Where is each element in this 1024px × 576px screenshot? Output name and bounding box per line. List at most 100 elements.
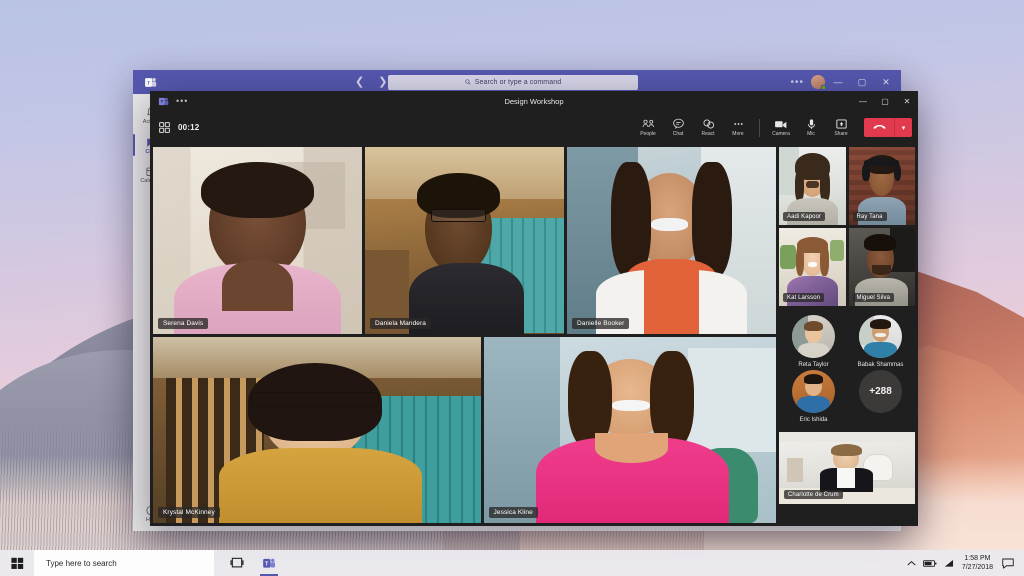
roster-overflow-cell[interactable]: +288 — [848, 370, 913, 423]
wifi-icon[interactable] — [944, 559, 955, 568]
roster-panel: Aadi Kapoor Ray Tana — [779, 147, 915, 523]
roster-tile-name: Ray Tana — [853, 212, 887, 221]
teams-taskbar-icon[interactable]: T — [254, 550, 284, 576]
settings-ellipsis-icon[interactable]: ••• — [785, 77, 809, 88]
video-row-top: Serena Davis Daniela Mandera — [153, 147, 776, 334]
video-tile-jessica-kline[interactable]: Jessica Kline — [484, 337, 776, 524]
back-chevron-left-icon[interactable]: ❮ — [355, 77, 364, 88]
video-tile-name: Serena Davis — [158, 318, 208, 329]
main-video-grid: Serena Davis Daniela Mandera — [153, 147, 776, 523]
share-button[interactable]: Share — [826, 118, 856, 137]
meeting-timer: 00:12 — [178, 123, 199, 132]
overflow-badge[interactable]: +288 — [859, 370, 902, 413]
hangup-phone-icon — [873, 123, 886, 132]
video-tile-name: Daniela Mandera — [370, 318, 431, 329]
roster-tile-name: Aadi Kapoor — [783, 212, 825, 221]
roster-avatar-eric-ishida[interactable]: Eric Ishida — [781, 370, 846, 423]
camera-icon — [774, 118, 788, 130]
hangup-button[interactable] — [864, 118, 894, 137]
maximize-button[interactable]: ▢ — [851, 71, 873, 93]
people-icon — [642, 118, 655, 130]
video-tile-krystal-mckinney[interactable]: Krystal McKinney — [153, 337, 481, 524]
video-tile-serena-davis[interactable]: Serena Davis — [153, 147, 362, 334]
people-button[interactable]: People — [633, 118, 663, 137]
teams-logo-icon: T — [133, 76, 167, 89]
react-button[interactable]: React — [693, 118, 723, 137]
meeting-title: Design Workshop — [150, 97, 918, 106]
meeting-window[interactable]: T ••• Design Workshop — ▢ ✕ 00:12 — [150, 91, 918, 526]
meeting-titlebar[interactable]: T ••• Design Workshop — ▢ ✕ — [150, 91, 918, 111]
video-row-bottom: Krystal McKinney Jessica Kline — [153, 337, 776, 524]
video-tile-name: Danielle Booker — [572, 318, 629, 329]
gallery-view-icon[interactable] — [158, 121, 171, 134]
video-stage: Serena Davis Daniela Mandera — [150, 144, 918, 526]
camera-label: Camera — [772, 132, 790, 137]
mic-button[interactable]: Mic — [796, 118, 826, 137]
microphone-icon — [805, 118, 818, 130]
chat-label: Chat — [673, 132, 684, 137]
search-input[interactable]: Search or type a command — [388, 75, 638, 90]
roster-tile-name: Charlotte de Crum — [784, 490, 843, 499]
teams-nav-buttons[interactable]: ❮ ❯ — [355, 77, 387, 88]
svg-text:T: T — [147, 80, 150, 86]
avatar — [859, 315, 902, 358]
roster-avatar-grid: Reta Taylor Babak Shammas — [779, 309, 915, 425]
clock-time: 1:58 PM — [962, 554, 993, 563]
taskbar-clock[interactable]: 1:58 PM 7/27/2018 — [962, 554, 993, 573]
close-button[interactable]: ✕ — [896, 91, 918, 111]
roster-tile-name: Miguel Silva — [853, 293, 895, 302]
search-icon — [465, 79, 471, 85]
windows-taskbar[interactable]: Type here to search T — [0, 550, 1024, 576]
clock-date: 7/27/2018 — [962, 563, 993, 572]
meeting-toolbar[interactable]: 00:12 People Chat — [150, 111, 918, 144]
avatar — [792, 315, 835, 358]
presence-dot-icon — [821, 85, 826, 90]
roster-avatar-name: Reta Taylor — [798, 362, 828, 368]
forward-chevron-right-icon[interactable]: ❯ — [378, 77, 387, 88]
camera-button[interactable]: Camera — [766, 118, 796, 137]
more-button[interactable]: More — [723, 118, 753, 137]
mic-label: Mic — [807, 132, 815, 137]
taskbar-system-tray[interactable]: 1:58 PM 7/27/2018 — [907, 554, 1024, 573]
more-ellipsis-icon — [732, 118, 745, 130]
close-button[interactable]: ✕ — [875, 71, 897, 93]
windows-start-icon[interactable] — [0, 550, 34, 576]
minimize-button[interactable]: — — [852, 91, 874, 111]
hangup-dropdown-chevron-down-icon[interactable]: ▾ — [895, 118, 912, 137]
notification-center-icon[interactable] — [1000, 558, 1016, 569]
avatar[interactable] — [811, 75, 825, 89]
taskbar-search-input[interactable]: Type here to search — [34, 550, 214, 576]
roster-avatar-reta-taylor[interactable]: Reta Taylor — [781, 315, 846, 368]
minimize-button[interactable]: — — [827, 71, 849, 93]
roster-video-grid: Aadi Kapoor Ray Tana — [779, 147, 915, 306]
video-tile-daniela-mandera[interactable]: Daniela Mandera — [365, 147, 564, 334]
roster-avatar-name: Babak Shammas — [858, 362, 904, 368]
chat-bubble-icon — [672, 118, 685, 130]
taskbar-search-placeholder: Type here to search — [46, 559, 117, 568]
react-label: React — [701, 132, 714, 137]
roster-tile-ray-tana[interactable]: Ray Tana — [849, 147, 916, 225]
people-label: People — [640, 132, 656, 137]
video-tile-name: Jessica Kline — [489, 507, 538, 518]
maximize-button[interactable]: ▢ — [874, 91, 896, 111]
share-screen-icon — [835, 118, 848, 130]
roster-tile-miguel-silva[interactable]: Miguel Silva — [849, 228, 916, 306]
react-icon — [702, 118, 715, 130]
teams-window-controls[interactable]: ••• — ▢ ✕ — [785, 71, 897, 93]
taskbar-app-icons: T — [214, 550, 284, 576]
video-tile-name: Krystal McKinney — [158, 507, 220, 518]
search-placeholder: Search or type a command — [475, 79, 561, 86]
task-view-icon[interactable] — [222, 550, 252, 576]
roster-avatar-name: Eric Ishida — [799, 417, 827, 423]
meeting-window-controls[interactable]: — ▢ ✕ — [852, 91, 918, 111]
chevron-up-icon[interactable] — [907, 560, 916, 567]
chat-button[interactable]: Chat — [663, 118, 693, 137]
roster-tile-charlotte-de-crum[interactable]: Charlotte de Crum — [779, 432, 915, 504]
roster-avatar-babak-shammas[interactable]: Babak Shammas — [848, 315, 913, 368]
video-tile-danielle-booker[interactable]: Danielle Booker — [567, 147, 776, 334]
roster-tile-kat-larsson[interactable]: Kat Larsson — [779, 228, 846, 306]
roster-tile-name: Kat Larsson — [783, 293, 824, 302]
roster-tile-aadi-kapoor[interactable]: Aadi Kapoor — [779, 147, 846, 225]
battery-icon[interactable] — [923, 559, 937, 568]
hangup-control[interactable]: ▾ — [864, 118, 912, 137]
